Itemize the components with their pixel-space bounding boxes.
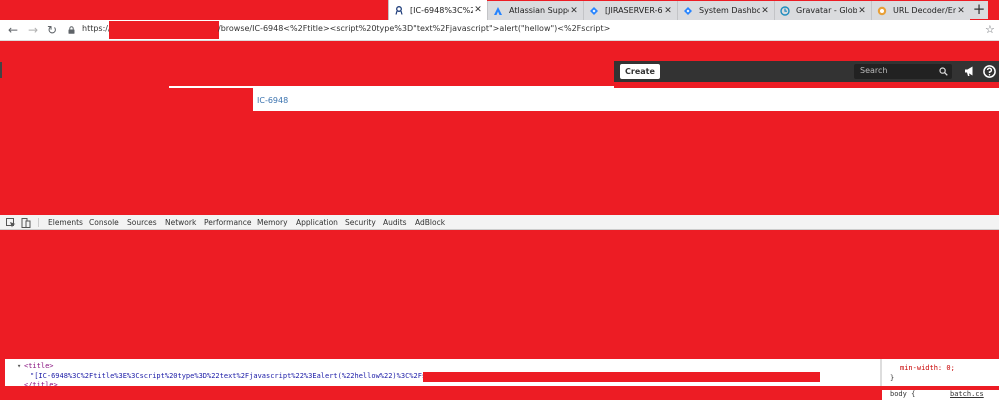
browser-tab-jiraserver[interactable]: [JIRASERVER-6857] ✕: [583, 1, 677, 20]
close-icon[interactable]: ✕: [956, 6, 966, 16]
gravatar-icon: [780, 5, 790, 16]
megaphone-icon[interactable]: [964, 65, 976, 77]
tab-label: Atlassian Support: [509, 6, 569, 15]
devtools-tab-application[interactable]: Application: [296, 218, 338, 227]
url-scheme[interactable]: https://: [82, 24, 111, 33]
close-icon[interactable]: ✕: [760, 6, 770, 16]
devtools-redaction: [0, 230, 999, 359]
css-selector[interactable]: body {: [890, 390, 915, 398]
devtools-tab-sources[interactable]: Sources: [127, 218, 157, 227]
toolbar-divider: [38, 218, 39, 227]
forward-arrow-icon[interactable]: →: [26, 23, 40, 37]
jira-header-bar: Create Search: [614, 61, 999, 82]
bottom-redaction: [0, 386, 999, 400]
new-tab-button[interactable]: +: [970, 1, 988, 19]
devtools-tab-bar: Elements Console Sources Network Perform…: [0, 215, 999, 230]
browser-tab-system-dashboard[interactable]: System Dashboard ✕: [677, 1, 774, 20]
back-arrow-icon[interactable]: ←: [6, 23, 20, 37]
lock-icon: [68, 26, 75, 34]
tab-strip-edge: [988, 1, 999, 20]
page-edge: [0, 62, 2, 78]
atlassian-icon: [493, 6, 503, 16]
browser-tab-gravatar[interactable]: Gravatar - Globally ✕: [774, 1, 871, 20]
devtools-tab-console[interactable]: Console: [89, 218, 119, 227]
css-closing-brace: }: [890, 374, 895, 382]
url-decoder-icon: [877, 6, 887, 16]
create-button[interactable]: Create: [620, 64, 660, 79]
issue-key-link[interactable]: IC-6948: [257, 96, 288, 105]
title-open-tag[interactable]: <title>: [24, 362, 54, 370]
address-bar: ← → ↻ https:// /browse/IC-6948<%2Ftitle>…: [0, 20, 999, 41]
styles-panel: min-width: 0; }: [882, 359, 999, 386]
css-source-link[interactable]: batch.cs: [950, 390, 984, 398]
tab-label: [JIRASERVER-6857]: [605, 6, 663, 15]
close-icon[interactable]: ✕: [569, 6, 579, 16]
device-toolbar-icon[interactable]: [21, 218, 31, 228]
tab-label: Gravatar - Globally: [796, 6, 857, 15]
tab-label: [IC-6948%3C%2Fti: [410, 5, 473, 15]
devtools-tab-memory[interactable]: Memory: [257, 218, 288, 227]
bookmark-star-icon[interactable]: ☆: [985, 23, 995, 36]
styles-rule-header: body { batch.cs: [882, 390, 999, 400]
tab-label: System Dashboard: [699, 6, 760, 15]
close-icon[interactable]: ✕: [857, 6, 867, 16]
browser-tab-atlassian-support[interactable]: Atlassian Support ✕: [487, 1, 583, 20]
close-icon[interactable]: ✕: [663, 6, 673, 16]
jira-icon: [683, 6, 693, 16]
help-icon[interactable]: [983, 65, 996, 78]
breadcrumb: IC-6948: [253, 88, 999, 111]
css-declaration[interactable]: min-width: 0;: [900, 364, 955, 372]
elements-redaction: [423, 372, 820, 382]
devtools-tab-audits[interactable]: Audits: [383, 218, 407, 227]
browser-tab-ic-6948[interactable]: [IC-6948%3C%2Fti ✕: [388, 0, 487, 20]
search-icon[interactable]: [939, 67, 948, 76]
devtools-tab-security[interactable]: Security: [345, 218, 376, 227]
search-placeholder: Search: [860, 66, 888, 75]
inspect-element-icon[interactable]: [6, 218, 16, 228]
devtools-tab-adblock[interactable]: AdBlock: [415, 218, 445, 227]
close-icon[interactable]: ✕: [473, 5, 483, 15]
jira-icon: [589, 6, 599, 16]
tab-label: URL Decoder/Enco: [893, 6, 956, 15]
search-input[interactable]: Search: [854, 64, 952, 79]
reload-icon[interactable]: ↻: [45, 23, 59, 37]
jira-icon: [394, 5, 404, 15]
expand-triangle-icon[interactable]: ▾: [17, 362, 21, 370]
browser-tab-url-decoder[interactable]: URL Decoder/Enco ✕: [871, 1, 970, 20]
url-redaction: [109, 21, 219, 39]
url-path[interactable]: /browse/IC-6948<%2Ftitle><script%20type%…: [218, 24, 610, 33]
devtools-tab-elements[interactable]: Elements: [48, 218, 83, 227]
title-text-node[interactable]: "[IC-6948%3C%2Ftitle%3E%3Cscript%20type%…: [30, 372, 464, 380]
